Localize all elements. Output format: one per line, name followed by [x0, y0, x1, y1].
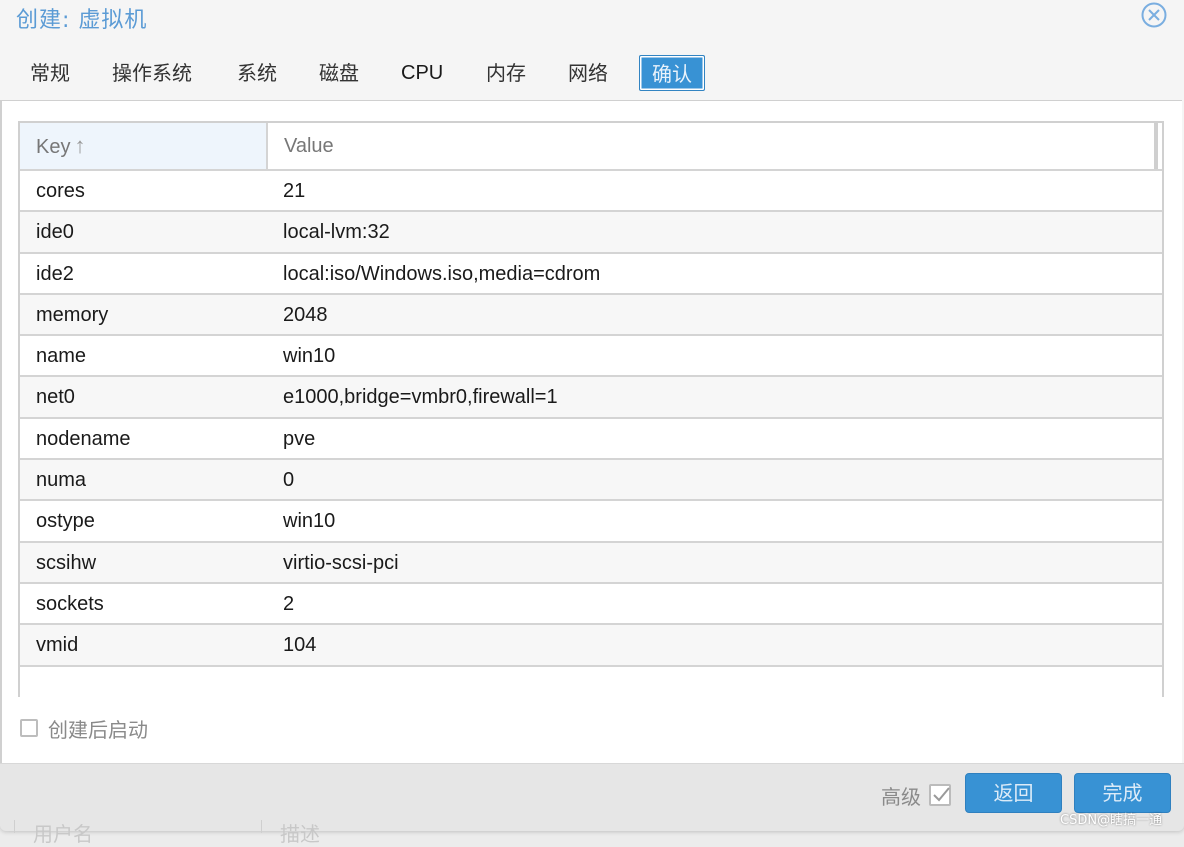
row-key: sockets — [36, 592, 104, 615]
table-row[interactable]: cores 21 — [20, 171, 1162, 213]
row-key: ostype — [36, 510, 95, 533]
table-row[interactable]: ostype win10 — [20, 501, 1162, 543]
table-row[interactable]: nodename pve — [20, 419, 1162, 461]
tab-confirm[interactable]: 确认 — [639, 55, 705, 91]
tab-network[interactable]: 网络 — [558, 55, 618, 91]
tab-general[interactable]: 常规 — [20, 55, 80, 91]
dialog-title: 创建: 虚拟机 — [16, 8, 148, 33]
summary-grid: Key ↑ Value cores 21 ide0 local-lvm:32 ide2… — [18, 121, 1164, 697]
back-button[interactable]: 返回 — [965, 773, 1062, 813]
tab-disk[interactable]: 磁盘 — [309, 55, 369, 91]
arrow-up-icon: ↑ — [74, 133, 86, 158]
tab-cpu[interactable]: CPU — [391, 55, 453, 91]
background-column-divider — [14, 820, 15, 833]
column-header-key[interactable]: Key ↑ — [20, 123, 268, 169]
empty-row — [20, 666, 1162, 697]
row-value: 2048 — [283, 303, 328, 326]
start-after-created-label: 创建后启动 — [48, 717, 148, 742]
column-header-key-label: Key — [36, 136, 71, 158]
row-value: 0 — [283, 469, 295, 492]
table-row[interactable]: vmid 104 — [20, 625, 1162, 667]
row-key: numa — [36, 469, 87, 492]
close-icon[interactable] — [1141, 2, 1167, 28]
tab-system[interactable]: 系统 — [227, 55, 287, 91]
table-row[interactable]: ide0 local-lvm:32 — [20, 212, 1162, 254]
table-row[interactable]: numa 0 — [20, 460, 1162, 502]
table-row[interactable]: memory 2048 — [20, 294, 1162, 337]
row-key: cores — [36, 180, 85, 202]
row-value: virtio-scsi-pci — [283, 551, 399, 574]
table-row[interactable]: net0 e1000,bridge=vmbr0,firewall=1 — [20, 377, 1162, 419]
row-value: 21 — [283, 180, 306, 202]
grid-rows: cores 21 ide0 local-lvm:32 ide2 local:iso/W… — [20, 171, 1162, 697]
row-key: net0 — [36, 386, 75, 409]
row-key: scsihw — [36, 551, 97, 574]
advanced-checkbox[interactable]: 高级 — [881, 781, 951, 809]
finish-button[interactable]: 完成 — [1074, 773, 1171, 813]
row-value: 104 — [283, 634, 317, 657]
wizard-tabs: 常规 操作系统 系统 磁盘 CPU 内存 网络 确认 — [0, 55, 1184, 92]
create-vm-dialog: 创建: 虚拟机 常规 操作系统 系统 磁盘 CPU 内存 网络 确认 Key ↑ … — [0, 0, 1184, 831]
row-value: local:iso/Windows.iso,media=cdrom — [283, 262, 601, 285]
table-row[interactable]: ide2 local:iso/Windows.iso,media=cdrom — [20, 254, 1162, 295]
start-after-created-checkbox[interactable]: 创建后启动 — [20, 716, 148, 742]
row-value: win10 — [283, 510, 336, 533]
row-key: memory — [36, 303, 109, 326]
grid-header: Key ↑ Value — [20, 123, 1162, 171]
tab-memory[interactable]: 内存 — [476, 55, 536, 91]
row-key: ide2 — [36, 262, 74, 285]
row-value: win10 — [283, 345, 336, 368]
table-row[interactable]: name win10 — [20, 336, 1162, 378]
row-value: pve — [283, 427, 316, 450]
row-value: 2 — [283, 592, 295, 615]
row-key: vmid — [36, 634, 79, 657]
checkbox-checked-icon[interactable] — [929, 784, 951, 806]
table-row[interactable]: sockets 2 — [20, 584, 1162, 626]
background-column-divider — [261, 820, 262, 833]
advanced-label: 高级 — [881, 784, 921, 809]
table-row[interactable]: scsihw virtio-scsi-pci — [20, 542, 1162, 584]
row-value: local-lvm:32 — [283, 221, 390, 244]
row-value: e1000,bridge=vmbr0,firewall=1 — [283, 386, 558, 409]
column-header-value[interactable]: Value — [268, 123, 1158, 169]
tab-os[interactable]: 操作系统 — [102, 55, 202, 91]
row-key: nodename — [36, 427, 131, 450]
row-key: name — [36, 345, 87, 368]
checkbox-unchecked-icon[interactable] — [20, 719, 38, 737]
row-key: ide0 — [36, 221, 74, 244]
watermark: CSDN@瞎搞一通 — [1060, 813, 1163, 828]
